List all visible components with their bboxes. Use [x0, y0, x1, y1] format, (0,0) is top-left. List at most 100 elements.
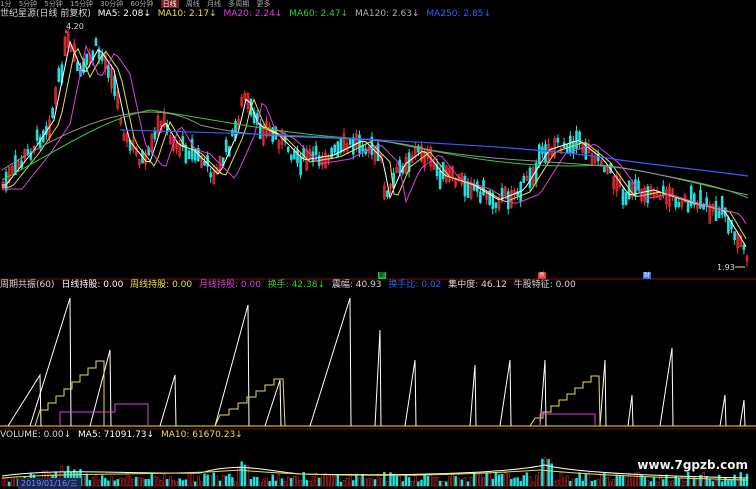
- volume-bar: [438, 480, 442, 487]
- volume-bar: [293, 475, 296, 487]
- volume-bar: [482, 477, 485, 487]
- volume-bar: [649, 481, 653, 487]
- volume-bar: [138, 477, 141, 487]
- volume-bar: [395, 475, 398, 487]
- volume-bar: [119, 477, 123, 487]
- volume-bar: [317, 477, 321, 487]
- candlestick: [516, 188, 519, 201]
- volume-bar: [448, 476, 451, 487]
- candle-body: [479, 191, 482, 203]
- volume-bar: [658, 474, 662, 487]
- volume-bar: [497, 474, 501, 487]
- low-price-label: 1.93: [717, 263, 735, 272]
- candle-body: [333, 144, 337, 153]
- volume-bar: [228, 473, 231, 487]
- volume-bar: [500, 473, 504, 487]
- volume-bar: [575, 478, 578, 487]
- volume-bar: [516, 477, 519, 487]
- daily-hold-line: [159, 374, 177, 427]
- candlestick: [351, 133, 355, 160]
- volume-bar: [370, 477, 374, 487]
- volume-bar: [519, 481, 522, 487]
- candle-body: [677, 201, 681, 207]
- candlestick: [156, 110, 160, 137]
- candle-body: [742, 244, 746, 250]
- candle-body: [358, 134, 361, 154]
- volume-bar: [736, 480, 739, 487]
- candlestick: [373, 145, 377, 166]
- candle-body: [565, 144, 569, 154]
- candle-body: [727, 217, 730, 234]
- volume-bar: [544, 457, 547, 487]
- volume-bar: [677, 478, 681, 487]
- volume-bar: [131, 478, 135, 487]
- volume-bar: [615, 474, 619, 487]
- candlestick: [122, 129, 126, 142]
- volume-bar: [556, 479, 560, 487]
- candle-body: [537, 144, 541, 164]
- volume-bar: [522, 475, 526, 487]
- candlestick: [448, 165, 451, 183]
- volume-bar: [355, 473, 358, 487]
- volume-bar: [113, 480, 116, 487]
- candlestick: [479, 188, 482, 204]
- candle-body: [621, 189, 625, 205]
- volume-bar: [714, 479, 718, 487]
- signal-marker-sell[interactable]: 杀: [538, 272, 547, 279]
- candlestick: [584, 138, 588, 161]
- volume-bar: [178, 478, 181, 487]
- volume-bar: [259, 481, 262, 487]
- daily-hold-line: [499, 359, 512, 427]
- volume-bar: [398, 476, 402, 487]
- candlestick: [240, 93, 243, 109]
- candle-body: [733, 231, 736, 241]
- volume-bar: [584, 473, 588, 487]
- volume-bar: [234, 481, 237, 487]
- candle-body: [339, 138, 343, 153]
- volume-bar: [631, 478, 634, 487]
- candle-body: [187, 150, 191, 160]
- volume-bar: [203, 473, 206, 487]
- candle-body: [494, 202, 498, 209]
- volume-bar: [159, 480, 163, 487]
- candlestick: [739, 233, 743, 248]
- volume-bar: [336, 474, 340, 487]
- volume-bar: [206, 474, 209, 487]
- volume-bar: [646, 479, 650, 487]
- candlestick: [190, 134, 194, 163]
- volume-bar: [169, 476, 172, 487]
- watermark: www.7gpzb.com: [637, 458, 748, 472]
- volume-bar: [221, 474, 225, 487]
- candlestick: [624, 192, 628, 206]
- daily-hold-line: [469, 364, 477, 427]
- volume-bar: [485, 472, 488, 487]
- volume-bar: [708, 478, 712, 487]
- candle-body: [224, 139, 228, 153]
- volume-bar: [491, 478, 495, 487]
- volume-bar: [643, 477, 646, 487]
- volume-bar: [404, 475, 408, 487]
- volume-bar: [572, 478, 575, 487]
- candle-body: [438, 170, 442, 189]
- candle-body: [463, 175, 467, 197]
- daily-hold-line: [374, 329, 382, 427]
- volume-bar: [156, 477, 160, 487]
- signal-marker-buy[interactable]: 鹏: [378, 272, 387, 279]
- candlestick: [702, 202, 705, 210]
- signal-marker-finance[interactable]: 财: [643, 272, 652, 279]
- candlestick: [733, 231, 736, 245]
- chart-canvas[interactable]: 4.20 1.93: [0, 0, 756, 487]
- candlestick: [169, 132, 172, 145]
- candlestick: [432, 158, 436, 171]
- volume-bar: [296, 476, 299, 487]
- candlestick: [209, 167, 212, 183]
- candlestick: [674, 197, 678, 211]
- volume-bar: [705, 476, 708, 487]
- candlestick: [689, 183, 693, 209]
- volume-bar: [231, 477, 234, 487]
- indicator-lines: [7, 297, 746, 427]
- candlestick: [187, 149, 191, 160]
- candlestick: [497, 194, 501, 212]
- volume-bar: [290, 478, 293, 487]
- volume-bar: [373, 479, 377, 487]
